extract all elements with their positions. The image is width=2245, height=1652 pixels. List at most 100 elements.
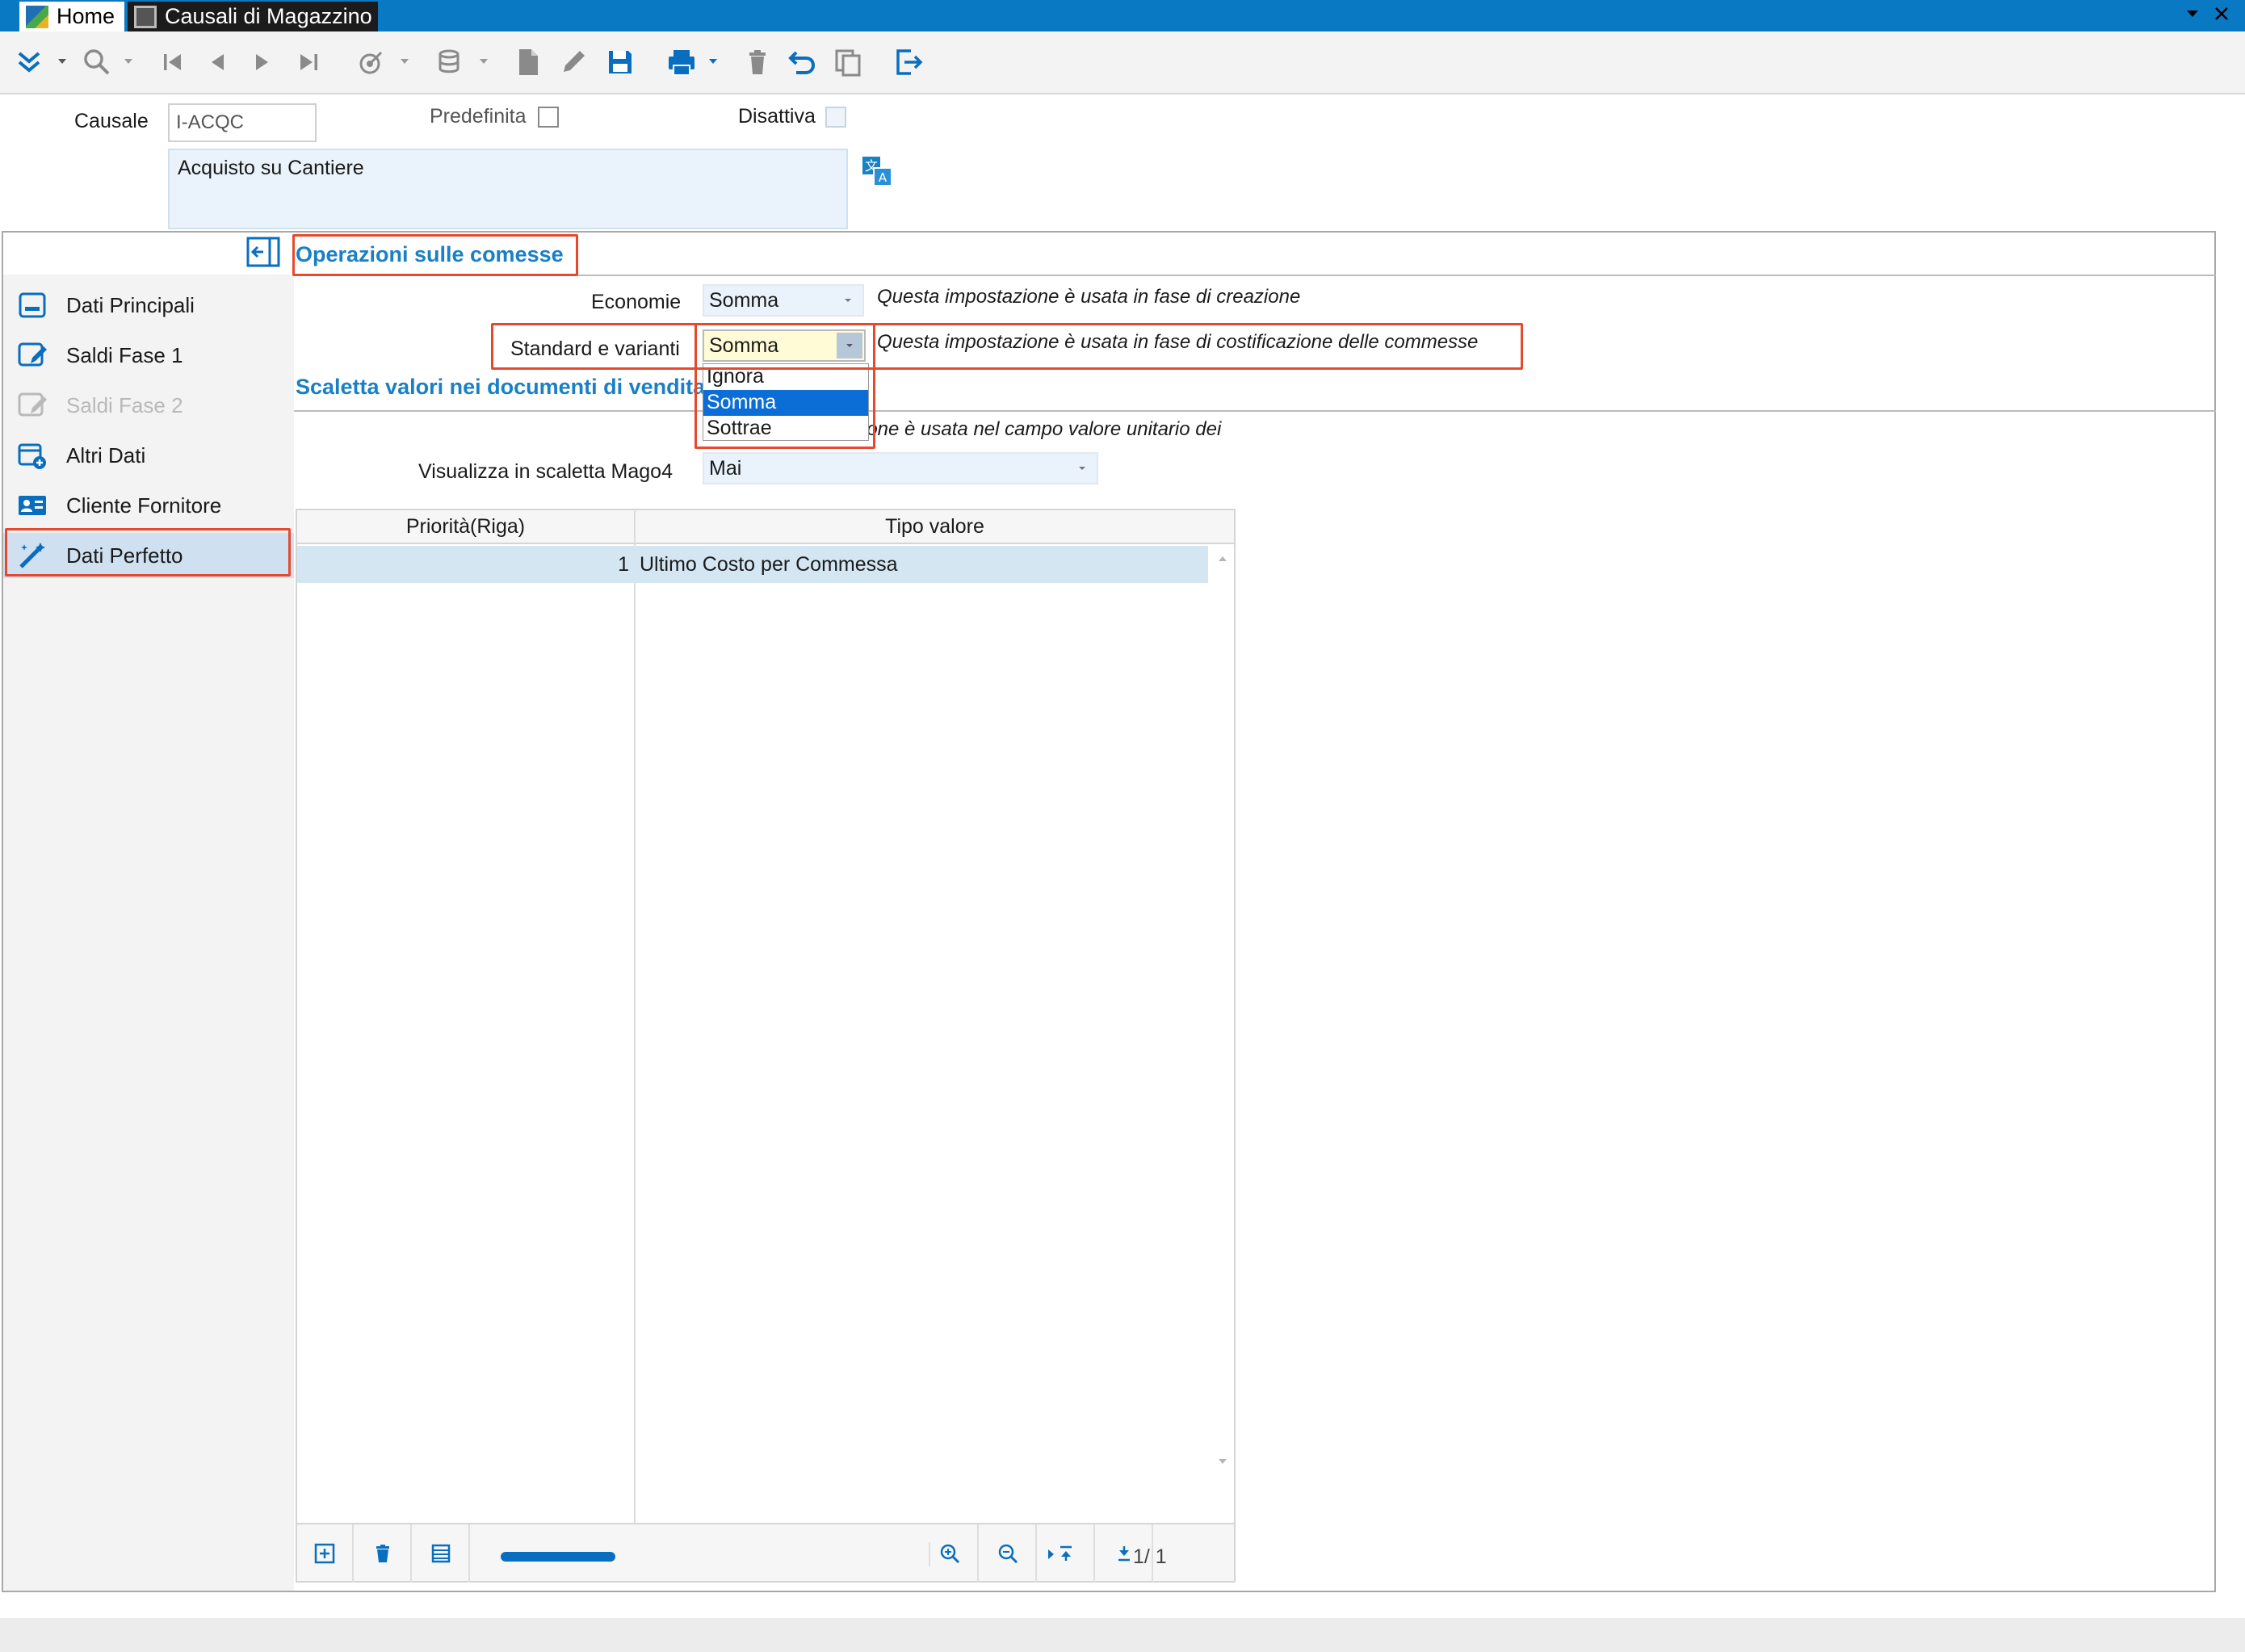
- add-row-button[interactable]: [297, 1524, 354, 1583]
- contact-card-icon: [19, 496, 46, 515]
- delete-button[interactable]: [740, 44, 775, 80]
- table-row[interactable]: 1 Ultimo Costo per Commessa: [297, 546, 1208, 583]
- standard-varianti-note: Questa impostazione è usata in fase di c…: [877, 331, 1479, 353]
- visualizza-scaletta-select[interactable]: Mai: [703, 452, 1098, 484]
- undo-button[interactable]: [785, 44, 820, 80]
- horizontal-scrollbar[interactable]: [494, 1542, 1054, 1566]
- print-dropdown-icon[interactable]: [707, 56, 719, 67]
- undo-icon: [788, 51, 816, 74]
- add-row-icon: [314, 1543, 335, 1564]
- expand-menu-button[interactable]: [11, 44, 47, 80]
- section-divider: [294, 275, 2216, 276]
- form-icon: [19, 292, 46, 318]
- zoom-out-button[interactable]: [980, 1524, 1037, 1583]
- sidebar-item-label: Saldi Fase 2: [66, 392, 183, 417]
- zoom-in-icon: [940, 1544, 960, 1564]
- economie-select[interactable]: Somma: [703, 284, 864, 317]
- visualizza-scaletta-value: Mai: [709, 457, 742, 480]
- search-dropdown-icon[interactable]: [123, 56, 134, 67]
- chevron-down-icon[interactable]: [835, 287, 861, 313]
- translate-icon: 文A: [862, 157, 892, 187]
- dropdown-option-somma[interactable]: Somma: [703, 390, 868, 416]
- priority-grid: Priorità(Riga) Tipo valore 1 Ultimo Cost…: [296, 509, 1236, 1583]
- row-details-button[interactable]: [413, 1524, 470, 1583]
- delete-row-button[interactable]: [355, 1524, 412, 1583]
- zoom-in-button[interactable]: [922, 1524, 979, 1583]
- predefinita-label: Predefinita: [430, 105, 527, 128]
- sidebar-item-label: Saldi Fase 1: [66, 342, 183, 367]
- previous-record-button[interactable]: [200, 44, 236, 80]
- window-controls: [2184, 3, 2230, 24]
- double-chevron-down-icon: [18, 52, 40, 73]
- close-window-icon[interactable]: [2213, 3, 2230, 24]
- description-field[interactable]: Acquisto su Cantiere: [168, 149, 848, 229]
- copy-button[interactable]: [830, 44, 866, 80]
- sidebar-item-dati-perfetto[interactable]: Dati Perfetto: [3, 533, 294, 578]
- radar-button[interactable]: [354, 44, 389, 80]
- printer-icon: [669, 50, 694, 76]
- sidebar-item-saldi-fase-2: Saldi Fase 2: [3, 383, 294, 428]
- expand-menu-dropdown-icon[interactable]: [57, 56, 68, 67]
- previous-icon: [212, 54, 224, 70]
- main-panel: Dati Principali Saldi Fase 1 Saldi Fase …: [2, 231, 2216, 1592]
- magic-wand-icon: [19, 543, 45, 568]
- causale-label: Causale: [74, 110, 149, 132]
- database-dropdown-icon[interactable]: [478, 56, 489, 67]
- edit-button[interactable]: [556, 44, 591, 80]
- exit-icon: [896, 49, 923, 75]
- disattiva-checkbox[interactable]: [825, 107, 846, 128]
- print-button[interactable]: [664, 44, 699, 80]
- go-to-top-icon: [1060, 1545, 1072, 1561]
- column-header-priorita[interactable]: Priorità(Riga): [297, 510, 634, 543]
- tab-home[interactable]: Home: [19, 2, 124, 31]
- status-bar: [0, 1618, 2245, 1652]
- window-menu-icon[interactable]: [2184, 3, 2201, 24]
- collapse-sidebar-button[interactable]: [245, 236, 281, 268]
- radar-dropdown-icon[interactable]: [399, 56, 410, 67]
- sidebar-item-label: Cliente Fornitore: [66, 493, 222, 518]
- go-to-top-button[interactable]: [1039, 1524, 1095, 1583]
- edit-form-icon: [18, 342, 47, 367]
- column-header-tipo-valore[interactable]: Tipo valore: [636, 510, 1234, 543]
- first-record-button[interactable]: [155, 44, 191, 80]
- causale-field[interactable]: I-ACQC: [168, 103, 317, 142]
- translate-button[interactable]: 文A: [861, 155, 893, 187]
- last-record-button[interactable]: [291, 44, 326, 80]
- standard-varianti-select[interactable]: Somma: [703, 329, 866, 362]
- radar-icon: [359, 51, 383, 74]
- zoom-out-icon: [998, 1544, 1018, 1564]
- next-record-button[interactable]: [244, 44, 279, 80]
- cell-tipo-valore[interactable]: Ultimo Costo per Commessa: [636, 546, 898, 583]
- cell-priorita[interactable]: 1: [297, 546, 634, 583]
- scroll-down-icon[interactable]: [1216, 1455, 1229, 1468]
- tab-causali-label: Causali di Magazzino: [165, 4, 372, 28]
- sidebar-item-cliente-fornitore[interactable]: Cliente Fornitore: [3, 483, 294, 528]
- chevron-down-icon[interactable]: [837, 333, 862, 358]
- tab-causali-di-magazzino[interactable]: Causali di Magazzino: [128, 2, 378, 31]
- search-button[interactable]: [79, 44, 115, 80]
- save-icon: [609, 51, 632, 73]
- chevron-down-icon[interactable]: [1069, 455, 1095, 481]
- sidebar-item-dati-principali[interactable]: Dati Principali: [3, 283, 294, 328]
- grid-column-divider: [634, 510, 636, 1523]
- section-title-scaletta: Scaletta valori nei documenti di vendita: [296, 375, 706, 399]
- toolbar: [0, 31, 2245, 94]
- save-button[interactable]: [602, 44, 638, 80]
- database-button[interactable]: [433, 44, 468, 80]
- calendar-add-icon: [18, 443, 46, 469]
- dropdown-option-sottrae[interactable]: Sottrae: [703, 416, 868, 442]
- sidebar-item-label: Altri Dati: [66, 442, 146, 468]
- pencil-icon: [564, 51, 585, 72]
- horizontal-scroll-thumb[interactable]: [501, 1552, 615, 1562]
- trash-icon: [376, 1545, 389, 1562]
- scroll-up-icon[interactable]: [1216, 552, 1229, 565]
- dropdown-option-ignora[interactable]: Ignora: [703, 364, 868, 390]
- predefinita-checkbox[interactable]: [538, 107, 559, 128]
- sidebar-item-altri-dati[interactable]: Altri Dati: [3, 433, 294, 478]
- exit-button[interactable]: [892, 44, 927, 80]
- sidebar-item-saldi-fase-1[interactable]: Saldi Fase 1: [3, 333, 294, 378]
- document-window-icon: [134, 5, 157, 28]
- trash-icon: [749, 50, 766, 74]
- new-document-button[interactable]: [510, 44, 546, 80]
- standard-varianti-dropdown-list: Ignora Somma Sottrae: [703, 363, 869, 441]
